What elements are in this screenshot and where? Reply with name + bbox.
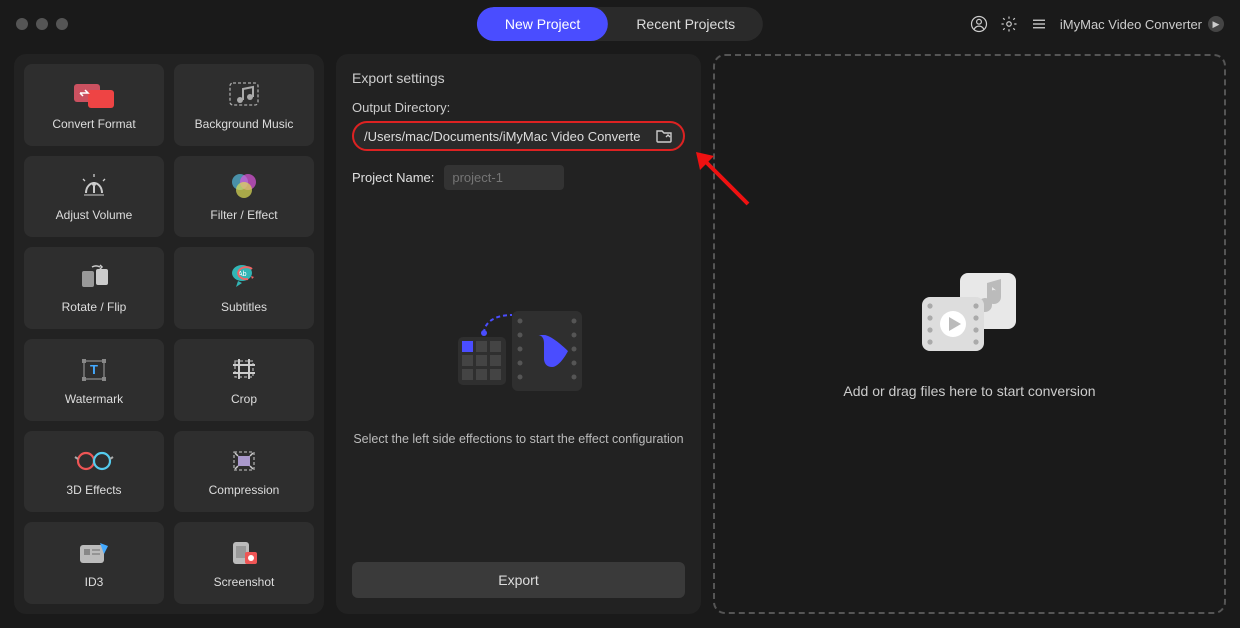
screenshot-icon bbox=[227, 537, 261, 569]
app-name-label: iMyMac Video Converter bbox=[1060, 17, 1202, 32]
tool-3d-effects[interactable]: 3D Effects bbox=[24, 431, 164, 513]
drop-media-icon bbox=[910, 269, 1030, 359]
project-name-label: Project Name: bbox=[352, 170, 434, 185]
convert-format-icon bbox=[72, 79, 116, 111]
tool-label: Compression bbox=[209, 483, 280, 497]
export-settings-title: Export settings bbox=[352, 70, 685, 86]
browse-folder-icon[interactable] bbox=[655, 128, 673, 144]
filter-effect-icon bbox=[227, 170, 261, 202]
window-controls bbox=[16, 18, 68, 30]
minimize-window-icon[interactable] bbox=[36, 18, 48, 30]
watermark-icon: T bbox=[76, 354, 112, 386]
tool-label: 3D Effects bbox=[66, 483, 121, 497]
main-row: Convert Format Background Music Adjust V… bbox=[0, 48, 1240, 628]
tool-background-music[interactable]: Background Music bbox=[174, 64, 314, 146]
effect-preview-area: Select the left side effections to start… bbox=[352, 190, 685, 562]
output-directory-value: /Users/mac/Documents/iMyMac Video Conver… bbox=[364, 129, 647, 144]
tool-label: Subtitles bbox=[221, 300, 267, 314]
drop-files-panel[interactable]: Add or drag files here to start conversi… bbox=[713, 54, 1226, 614]
app-play-icon: ▶ bbox=[1208, 16, 1224, 32]
project-name-row: Project Name: bbox=[352, 165, 685, 190]
project-name-input[interactable] bbox=[444, 165, 564, 190]
tool-label: Watermark bbox=[65, 392, 123, 406]
tool-label: Screenshot bbox=[214, 575, 275, 589]
titlebar: New Project Recent Projects iMyMac Video… bbox=[0, 0, 1240, 48]
tool-adjust-volume[interactable]: Adjust Volume bbox=[24, 156, 164, 238]
maximize-window-icon[interactable] bbox=[56, 18, 68, 30]
output-directory-field[interactable]: /Users/mac/Documents/iMyMac Video Conver… bbox=[352, 121, 685, 151]
tool-crop[interactable]: Crop bbox=[174, 339, 314, 421]
tool-label: Adjust Volume bbox=[56, 208, 133, 222]
tool-rotate-flip[interactable]: Rotate / Flip bbox=[24, 247, 164, 329]
compression-icon bbox=[226, 445, 262, 477]
tools-sidebar: Convert Format Background Music Adjust V… bbox=[14, 54, 324, 614]
tool-label: Crop bbox=[231, 392, 257, 406]
drop-hint: Add or drag files here to start conversi… bbox=[843, 383, 1095, 399]
crop-icon bbox=[227, 354, 261, 386]
tool-label: Filter / Effect bbox=[210, 208, 277, 222]
tool-screenshot[interactable]: Screenshot bbox=[174, 522, 314, 604]
tool-label: Convert Format bbox=[52, 117, 135, 131]
tool-label: Background Music bbox=[195, 117, 294, 131]
id3-icon bbox=[76, 537, 112, 569]
tool-filter-effect[interactable]: Filter / Effect bbox=[174, 156, 314, 238]
app-title: iMyMac Video Converter ▶ bbox=[1060, 16, 1224, 32]
effect-hint: Select the left side effections to start… bbox=[353, 431, 683, 449]
effect-preview-icon bbox=[444, 303, 594, 413]
export-settings-panel: Export settings Output Directory: /Users… bbox=[336, 54, 701, 614]
gear-icon[interactable] bbox=[1000, 15, 1018, 33]
tool-convert-format[interactable]: Convert Format bbox=[24, 64, 164, 146]
tool-id3[interactable]: ID3 bbox=[24, 522, 164, 604]
tab-recent-projects[interactable]: Recent Projects bbox=[608, 7, 763, 41]
project-tabs: New Project Recent Projects bbox=[477, 7, 763, 41]
export-button[interactable]: Export bbox=[352, 562, 685, 598]
tool-label: Rotate / Flip bbox=[62, 300, 127, 314]
close-window-icon[interactable] bbox=[16, 18, 28, 30]
account-icon[interactable] bbox=[970, 15, 988, 33]
3d-effects-icon bbox=[74, 445, 114, 477]
svg-text:T: T bbox=[90, 362, 98, 377]
background-music-icon bbox=[224, 79, 264, 111]
subtitles-icon: Ab bbox=[226, 262, 262, 294]
tool-subtitles[interactable]: Ab Subtitles bbox=[174, 247, 314, 329]
tool-watermark[interactable]: T Watermark bbox=[24, 339, 164, 421]
rotate-flip-icon bbox=[76, 262, 112, 294]
menu-icon[interactable] bbox=[1030, 15, 1048, 33]
tab-new-project[interactable]: New Project bbox=[477, 7, 608, 41]
header-right-controls: iMyMac Video Converter ▶ bbox=[970, 15, 1224, 33]
output-directory-label: Output Directory: bbox=[352, 100, 685, 115]
adjust-volume-icon bbox=[76, 170, 112, 202]
tool-label: ID3 bbox=[85, 575, 104, 589]
tool-compression[interactable]: Compression bbox=[174, 431, 314, 513]
